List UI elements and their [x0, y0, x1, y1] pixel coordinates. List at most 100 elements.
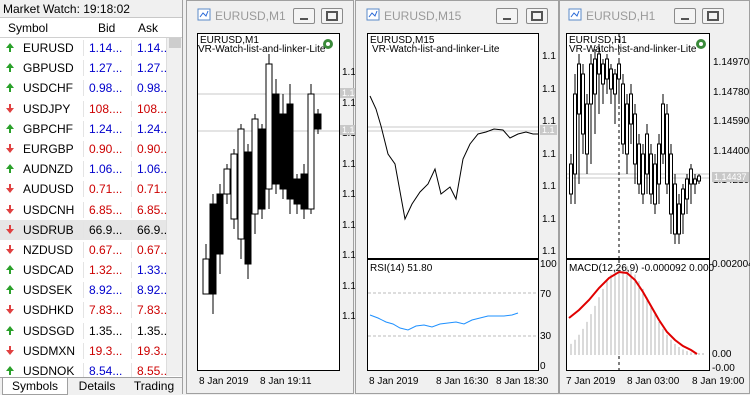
candle-body [653, 163, 657, 205]
symbol-row[interactable]: GBPCHF 1.24... 1.24... [0, 119, 170, 139]
symbol-row[interactable]: USDHKD 7.83... 7.83... [0, 300, 170, 320]
x-label-1: 8 Jan 2019 [199, 376, 249, 387]
symbol-name: USDCAD [23, 263, 74, 278]
chart-window-icon [366, 8, 380, 21]
candle-body [629, 93, 633, 125]
price-axis-label: 1.1 [542, 83, 556, 95]
column-bid[interactable]: Bid [98, 21, 115, 35]
chart-plot-h1[interactable]: EURUSD,H1 VR-Watch-list-and-linker-Lite [566, 33, 710, 259]
candle-body [601, 63, 605, 85]
symbol-row[interactable]: NZDUSD 0.67... 0.67... [0, 240, 170, 260]
candle-body [657, 143, 661, 185]
symbol-name: USDNOK [23, 364, 75, 378]
tab-details[interactable]: Details [70, 378, 124, 395]
symbol-row[interactable]: USDMXN 19.3... 19.3... [0, 341, 170, 361]
price-axis-label: 1.14970 [713, 57, 750, 68]
candle-body [637, 143, 641, 185]
price-axis-label: 1.1 [542, 246, 556, 257]
candle-body [669, 153, 673, 215]
symbol-name: GBPCHF [23, 121, 74, 136]
candle-body [589, 63, 593, 105]
symbol-row[interactable]: AUDNZD 1.06... 1.06... [0, 159, 170, 179]
price-axis-label: 1.1 [542, 181, 556, 192]
symbol-row[interactable]: EURGBP 0.90... 0.90... [0, 139, 170, 159]
market-watch-title: Market Watch: 19:18:02 [0, 0, 182, 18]
window-title: EURUSD,M1 [215, 9, 286, 23]
price-axis-label: 1.1 [542, 213, 556, 225]
candle-body [237, 128, 245, 240]
column-ask[interactable]: Ask [138, 21, 158, 35]
chart-window-m15[interactable]: EURUSD,M15 EURUSD,M15 VR-Watch-list-and-… [355, 0, 559, 394]
market-watch-header: Symbol Bid Ask [0, 18, 182, 38]
symbol-row[interactable]: USDRUB 66.9... 66.9... [0, 219, 170, 240]
symbol-list: EURUSD 1.14... 1.14... GBPUSD 1.27... 1.27...… [0, 38, 170, 381]
minimize-button[interactable] [674, 8, 696, 24]
x-label-1: 8 Jan 2019 [369, 376, 419, 387]
minimize-icon [300, 18, 308, 20]
bid-price: 8.54... [89, 364, 123, 378]
candle-body [609, 68, 613, 90]
symbol-name: NZDUSD [23, 242, 73, 257]
bid-price: 1.06... [89, 162, 123, 177]
candle-body [645, 133, 649, 175]
maximize-button[interactable] [702, 8, 724, 24]
arrow-down-icon [6, 244, 14, 254]
symbol-name: USDMXN [23, 343, 76, 358]
candle-body [314, 113, 322, 130]
arrow-up-icon [6, 285, 14, 295]
symbol-row[interactable]: USDJPY 108.... 108.... [0, 99, 170, 119]
candle-body [625, 103, 629, 155]
chart-window-m1[interactable]: EURUSD,M1 EURUSD,M1 VR-Watch-list-and-li… [186, 0, 362, 394]
bid-price: 19.3... [89, 343, 123, 358]
candle-body [293, 178, 301, 205]
symbol-row[interactable]: EURUSD 1.14... 1.14... [0, 38, 170, 58]
candle-body [617, 63, 621, 80]
bid-price: 0.90... [89, 141, 123, 156]
current-price-tag: 1.1 [540, 125, 557, 135]
candle-body [300, 173, 308, 210]
arrow-up-icon [6, 164, 14, 174]
candle-body [581, 73, 585, 135]
symbol-name: USDJPY [23, 101, 71, 116]
x-label-1: 7 Jan 2019 [566, 376, 616, 387]
symbol-row[interactable]: USDCHF 0.98... 0.98... [0, 78, 170, 98]
maximize-icon [326, 11, 338, 21]
chart-plot-m1[interactable]: EURUSD,M1 VR-Watch-list-and-linker-Lite [197, 33, 340, 371]
candle-body [286, 103, 294, 200]
candle-body [681, 188, 685, 215]
market-watch-scrollbar[interactable] [166, 38, 182, 376]
chart-window-h1[interactable]: EURUSD,H1 EURUSD,H1 VR-Watch-list-and-li… [559, 0, 750, 394]
bid-price: 1.35... [89, 323, 123, 338]
macd-subwindow[interactable]: MACD(12,26,9) -0.000092 0.000 [566, 259, 714, 371]
symbol-name: EURUSD [23, 41, 74, 55]
symbol-name: USDHKD [23, 303, 74, 318]
rsi-scale-70: 70 [540, 289, 552, 300]
symbol-row[interactable]: AUDUSD 0.71... 0.71... [0, 179, 170, 199]
symbol-name: GBPUSD [23, 61, 74, 76]
bid-price: 108.... [89, 101, 123, 116]
chart-plot-m15[interactable]: EURUSD,M15 VR-Watch-list-and-linker-Lite [367, 33, 539, 259]
rsi-subwindow[interactable]: RSI(14) 51.80 [367, 259, 539, 371]
minimize-icon [503, 18, 511, 20]
candle-body [665, 113, 669, 185]
maximize-button[interactable] [526, 8, 548, 24]
bid-price: 0.67... [89, 242, 123, 257]
symbol-row[interactable]: GBPUSD 1.27... 1.27... [0, 58, 170, 78]
candle-body [209, 203, 217, 295]
symbol-row[interactable]: USDCAD 1.32... 1.33... [0, 260, 170, 280]
tab-trading[interactable]: Trading [126, 378, 182, 395]
candle-body [677, 203, 681, 235]
price-line [369, 95, 538, 221]
candle-body [265, 63, 273, 190]
minimize-button[interactable] [293, 8, 315, 24]
symbol-row[interactable]: USDSEK 8.92... 8.92... [0, 280, 170, 300]
maximize-button[interactable] [321, 8, 343, 24]
rsi-scale-100: 100 [540, 259, 557, 270]
column-symbol[interactable]: Symbol [8, 21, 48, 35]
tab-symbols[interactable]: Symbols [2, 378, 68, 395]
arrow-up-icon [6, 265, 14, 275]
symbol-row[interactable]: USDSGD 1.35... 1.35... [0, 321, 170, 341]
minimize-button[interactable] [496, 8, 518, 24]
symbol-row[interactable]: USDCNH 6.85... 6.85... [0, 200, 170, 220]
chart-window-icon [197, 8, 211, 21]
